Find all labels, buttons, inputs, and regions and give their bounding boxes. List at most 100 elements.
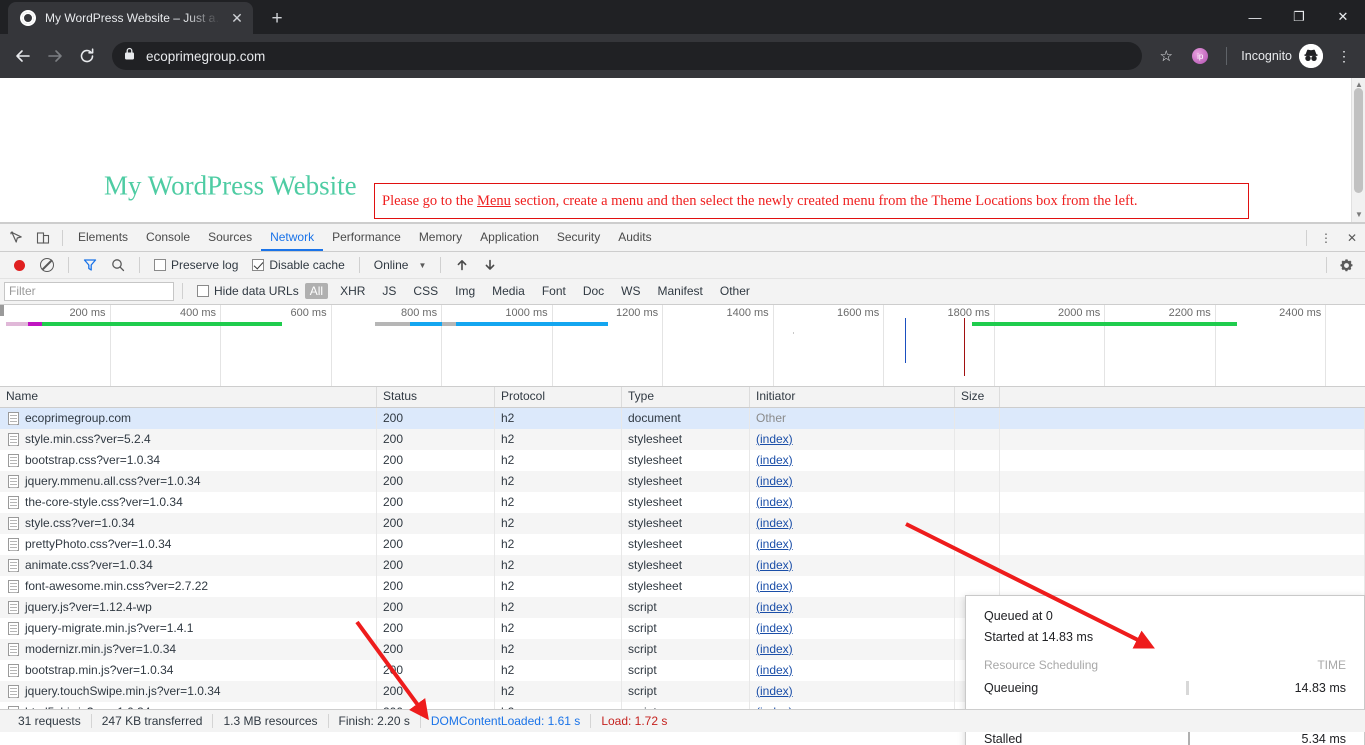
column-header-size[interactable]: Size <box>955 386 1000 408</box>
table-row[interactable]: bootstrap.css?ver=1.0.34 200 h2 stylesheet (… <box>0 449 1365 471</box>
cell-name[interactable]: jquery.mmenu.all.css?ver=1.0.34 <box>0 470 377 492</box>
filter-type-manifest[interactable]: Manifest <box>653 283 708 299</box>
cell-name[interactable]: animate.css?ver=1.0.34 <box>0 554 377 576</box>
cell-name[interactable]: prettyPhoto.css?ver=1.0.34 <box>0 533 377 555</box>
page-scrollbar-thumb[interactable] <box>1354 88 1363 193</box>
cell-name[interactable]: jquery.js?ver=1.12.4-wp <box>0 596 377 618</box>
new-tab-button[interactable]: + <box>263 4 291 32</box>
table-row[interactable]: font-awesome.min.css?ver=2.7.22 200 h2 styl… <box>0 575 1365 597</box>
cell-initiator[interactable]: (index) <box>750 533 955 555</box>
browser-menu-button[interactable]: ⋮ <box>1331 48 1357 65</box>
network-overview-timeline[interactable]: 200 ms 400 ms 600 ms 800 ms 1000 ms 1200 ms 14… <box>0 304 1365 387</box>
table-row[interactable]: prettyPhoto.css?ver=1.0.34 200 h2 styleshee… <box>0 533 1365 555</box>
cell-initiator[interactable]: (index) <box>750 470 955 492</box>
filter-type-other[interactable]: Other <box>715 283 755 299</box>
devtools-close-button[interactable]: ✕ <box>1339 225 1365 251</box>
initiator-link[interactable]: (index) <box>756 621 793 635</box>
cell-name[interactable]: jquery.touchSwipe.min.js?ver=1.0.34 <box>0 680 377 702</box>
tab-audits[interactable]: Audits <box>609 224 660 251</box>
cell-name[interactable]: bootstrap.min.js?ver=1.0.34 <box>0 659 377 681</box>
cell-initiator[interactable]: (index) <box>750 512 955 534</box>
page-scrollbar[interactable]: ▲ ▼ <box>1351 78 1365 222</box>
cell-initiator[interactable]: (index) <box>750 680 955 702</box>
initiator-link[interactable]: (index) <box>756 537 793 551</box>
column-header-protocol[interactable]: Protocol <box>495 386 622 408</box>
filter-type-media[interactable]: Media <box>487 283 530 299</box>
table-row[interactable]: style.min.css?ver=5.2.4 200 h2 stylesheet (i… <box>0 428 1365 450</box>
cell-name[interactable]: ecoprimegroup.com <box>0 407 377 429</box>
cell-name[interactable]: font-awesome.min.css?ver=2.7.22 <box>0 575 377 597</box>
cell-initiator[interactable]: (index) <box>750 659 955 681</box>
cell-name[interactable]: modernizr.min.js?ver=1.0.34 <box>0 638 377 660</box>
devtools-more-button[interactable]: ⋮ <box>1313 225 1339 251</box>
filter-type-ws[interactable]: WS <box>616 283 645 299</box>
initiator-link[interactable]: (index) <box>756 642 793 656</box>
tab-memory[interactable]: Memory <box>410 224 471 251</box>
back-button[interactable] <box>8 41 38 71</box>
cell-initiator[interactable]: (index) <box>750 596 955 618</box>
table-row[interactable]: jquery.mmenu.all.css?ver=1.0.34 200 h2 styl… <box>0 470 1365 492</box>
window-minimize-button[interactable]: — <box>1233 0 1277 34</box>
filter-type-js[interactable]: JS <box>377 283 401 299</box>
extension-icon[interactable]: ip <box>1192 48 1209 64</box>
column-header-initiator[interactable]: Initiator <box>750 386 955 408</box>
cell-name[interactable]: style.min.css?ver=5.2.4 <box>0 428 377 450</box>
cell-initiator[interactable]: (index) <box>750 554 955 576</box>
initiator-link[interactable]: (index) <box>756 684 793 698</box>
tab-sources[interactable]: Sources <box>199 224 261 251</box>
initiator-link[interactable]: (index) <box>756 495 793 509</box>
tab-close-icon[interactable]: ✕ <box>229 11 245 25</box>
import-har-button[interactable] <box>449 252 475 278</box>
filter-type-xhr[interactable]: XHR <box>335 283 370 299</box>
filter-type-img[interactable]: Img <box>450 283 480 299</box>
table-row[interactable]: ecoprimegroup.com 200 h2 document Other <box>0 407 1365 429</box>
scroll-down-arrow-icon[interactable]: ▼ <box>1352 208 1365 222</box>
cell-name[interactable]: bootstrap.css?ver=1.0.34 <box>0 449 377 471</box>
cell-initiator[interactable]: (index) <box>750 575 955 597</box>
filter-type-all[interactable]: All <box>304 283 329 300</box>
settings-button[interactable] <box>1333 252 1359 278</box>
address-bar[interactable]: ecoprimegroup.com <box>112 42 1143 70</box>
preserve-log-checkbox[interactable]: Preserve log <box>148 258 244 272</box>
initiator-link[interactable]: (index) <box>756 432 793 446</box>
initiator-link[interactable]: (index) <box>756 663 793 677</box>
notice-menu-link[interactable]: Menu <box>477 193 511 209</box>
tab-elements[interactable]: Elements <box>69 224 137 251</box>
cell-initiator[interactable]: Other <box>750 407 955 429</box>
throttle-dropdown[interactable]: Online ▼ <box>368 258 433 272</box>
incognito-indicator[interactable]: Incognito <box>1235 44 1329 68</box>
initiator-link[interactable]: (index) <box>756 516 793 530</box>
filter-input[interactable]: Filter <box>4 281 174 301</box>
cell-name[interactable]: html5shiv.js?ver=1.0.34 <box>0 701 377 709</box>
column-header-name[interactable]: Name <box>0 386 377 408</box>
hide-data-urls-checkbox[interactable]: Hide data URLs <box>191 284 305 298</box>
disable-cache-checkbox[interactable]: Disable cache <box>246 258 350 272</box>
initiator-link[interactable]: (index) <box>756 579 793 593</box>
cell-initiator[interactable]: (index) <box>750 617 955 639</box>
tab-application[interactable]: Application <box>471 224 548 251</box>
table-row[interactable]: animate.css?ver=1.0.34 200 h2 stylesheet (in… <box>0 554 1365 576</box>
device-toolbar-icon[interactable] <box>30 225 56 251</box>
filter-type-doc[interactable]: Doc <box>578 283 609 299</box>
export-har-button[interactable] <box>477 252 503 278</box>
initiator-link[interactable]: (index) <box>756 474 793 488</box>
table-row[interactable]: style.css?ver=1.0.34 200 h2 stylesheet (inde… <box>0 512 1365 534</box>
cell-initiator[interactable]: (index) <box>750 428 955 450</box>
tab-console[interactable]: Console <box>137 224 199 251</box>
window-maximize-button[interactable]: ❐ <box>1277 0 1321 34</box>
inspect-element-icon[interactable] <box>4 225 30 251</box>
window-close-button[interactable]: ✕ <box>1321 0 1365 34</box>
cell-initiator[interactable]: (index) <box>750 491 955 513</box>
reload-button[interactable] <box>72 41 102 71</box>
table-row[interactable]: the-core-style.css?ver=1.0.34 200 h2 styles… <box>0 491 1365 513</box>
tab-security[interactable]: Security <box>548 224 609 251</box>
cell-name[interactable]: the-core-style.css?ver=1.0.34 <box>0 491 377 513</box>
column-header-type[interactable]: Type <box>622 386 750 408</box>
browser-tab[interactable]: My WordPress Website – Just a… ✕ <box>8 2 253 34</box>
filter-toggle-button[interactable] <box>77 252 103 278</box>
filter-type-css[interactable]: CSS <box>408 283 443 299</box>
cell-initiator[interactable]: (index) <box>750 449 955 471</box>
initiator-link[interactable]: (index) <box>756 558 793 572</box>
cell-name[interactable]: jquery-migrate.min.js?ver=1.4.1 <box>0 617 377 639</box>
filter-type-font[interactable]: Font <box>537 283 571 299</box>
